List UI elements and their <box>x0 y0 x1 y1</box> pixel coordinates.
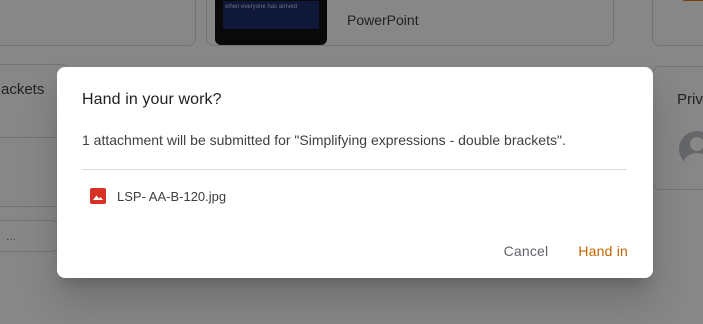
attachment-item[interactable]: LSP- AA-B-120.jpg <box>90 187 226 205</box>
cancel-button[interactable]: Cancel <box>496 237 557 265</box>
classroom-page: when everyone has arrived PowerPoint ack… <box>0 0 703 324</box>
attachment-name: LSP- AA-B-120.jpg <box>117 188 227 204</box>
image-file-icon <box>90 188 106 204</box>
dialog-actions: Cancel Hand in <box>496 237 636 265</box>
hand-in-dialog: Hand in your work? 1 attachment will be … <box>57 67 653 278</box>
dialog-message: 1 attachment will be submitted for "Simp… <box>82 132 566 148</box>
hand-in-button[interactable]: Hand in <box>570 237 636 265</box>
dialog-divider <box>82 169 627 170</box>
dialog-title: Hand in your work? <box>82 91 222 108</box>
